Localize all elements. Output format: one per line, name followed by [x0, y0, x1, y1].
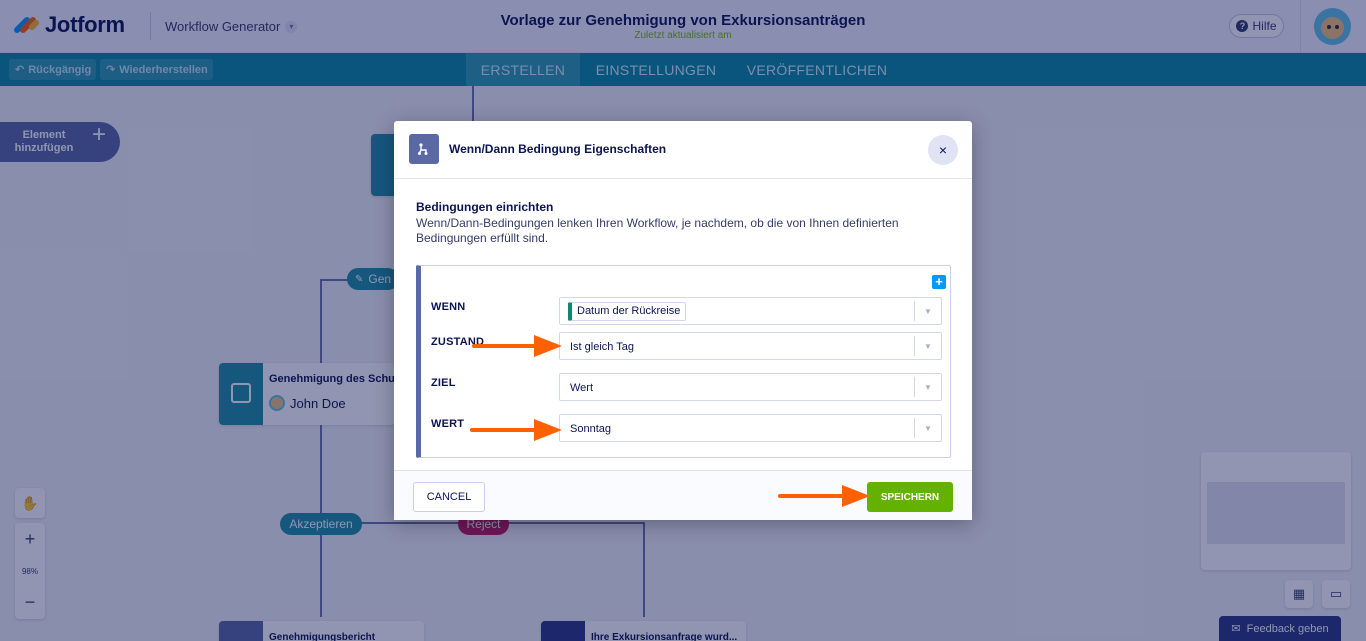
zustand-select[interactable]: Ist gleich Tag ▼: [559, 332, 942, 360]
ziel-select[interactable]: Wert ▼: [559, 373, 942, 401]
add-condition-button[interactable]: +: [932, 275, 946, 289]
annotation-arrow-wert: [470, 419, 562, 441]
ziel-value: Wert: [570, 382, 594, 394]
annotation-arrow-zustand: [472, 335, 562, 357]
save-button[interactable]: SPEICHERN: [867, 482, 953, 512]
chevron-down-icon: ▼: [914, 418, 941, 438]
section-title: Bedingungen einrichten: [416, 200, 554, 214]
section-description: Wenn/Dann-Bedingungen lenken Ihren Workf…: [416, 216, 899, 245]
chevron-down-icon: ▼: [914, 377, 941, 397]
dialog-title: Wenn/Dann Bedingung Eigenschaften: [449, 142, 667, 156]
wenn-select[interactable]: Datum der Rückreise ▼: [559, 297, 942, 325]
cancel-button[interactable]: CANCEL: [413, 482, 485, 512]
chevron-down-icon: ▼: [914, 301, 941, 321]
dialog-header: Wenn/Dann Bedingung Eigenschaften ×: [394, 121, 972, 179]
condition-properties-dialog: Wenn/Dann Bedingung Eigenschaften × Bedi…: [394, 121, 972, 520]
annotation-arrow-save: [778, 485, 870, 507]
ziel-label: ZIEL: [431, 377, 456, 389]
wert-value: Sonntag: [570, 423, 611, 435]
condition-branch-icon: [409, 134, 439, 164]
wert-select[interactable]: Sonntag ▼: [559, 414, 942, 442]
wenn-label: WENN: [431, 301, 466, 313]
close-icon: ×: [938, 142, 948, 158]
field-tag-return-date: Datum der Rückreise: [568, 302, 687, 321]
dialog-footer: CANCEL SPEICHERN: [394, 470, 972, 520]
close-dialog-button[interactable]: ×: [928, 135, 958, 165]
zustand-value: Ist gleich Tag: [570, 341, 635, 353]
chevron-down-icon: ▼: [914, 336, 941, 356]
wert-label: WERT: [431, 418, 465, 430]
